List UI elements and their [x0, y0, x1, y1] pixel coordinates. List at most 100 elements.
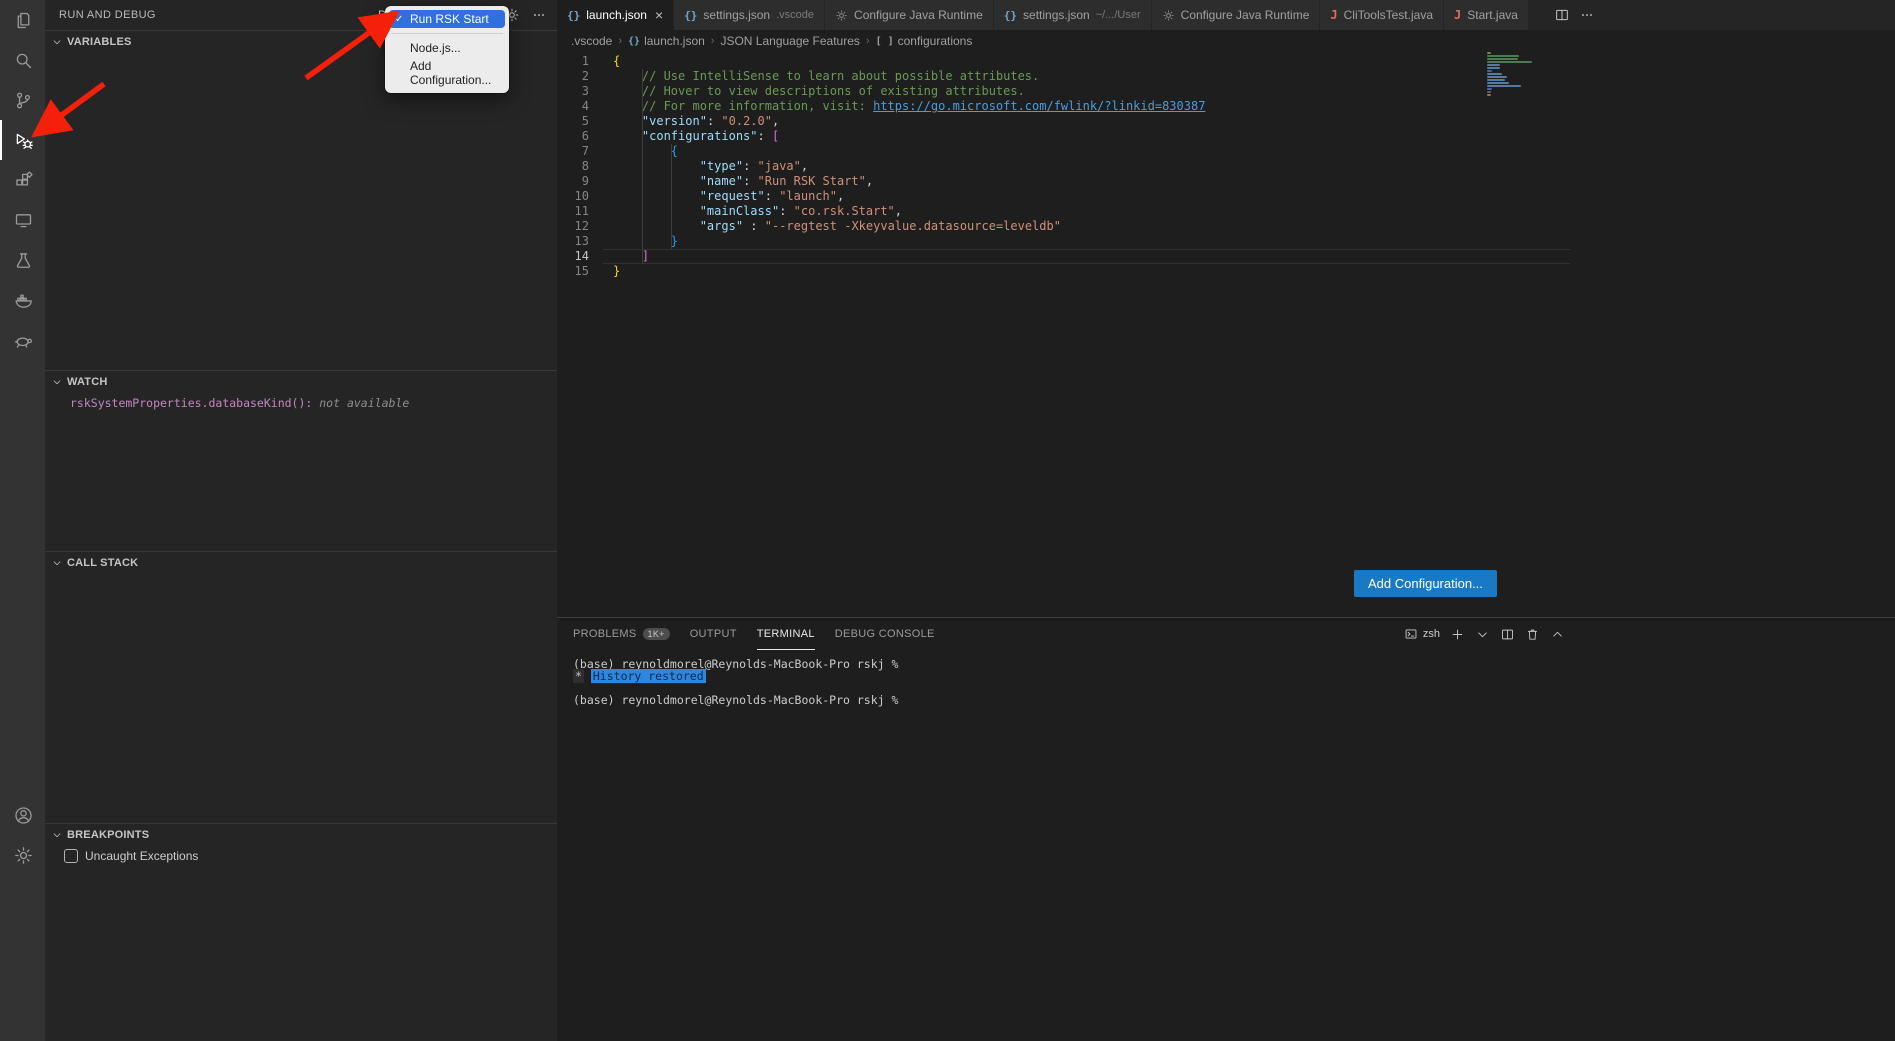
- code-line-9[interactable]: 9 "name": "Run RSK Start",: [557, 174, 1570, 189]
- new-terminal-icon[interactable]: [1450, 627, 1465, 642]
- terminal-profile-selector[interactable]: zsh: [1404, 627, 1440, 641]
- breadcrumb-item-vscode[interactable]: .vscode: [571, 34, 612, 48]
- activity-bar-top: [0, 0, 45, 360]
- panel-tab-terminal[interactable]: TERMINAL: [757, 618, 815, 650]
- breadcrumb-item-configurations[interactable]: [ ]configurations: [876, 34, 973, 48]
- tab-detail: .vscode: [776, 9, 814, 21]
- minimap-line: [1487, 94, 1491, 96]
- line-number: 2: [557, 69, 603, 84]
- line-number: 12: [557, 219, 603, 234]
- code-line-10[interactable]: 10 "request": "launch",: [557, 189, 1570, 204]
- breakpoint-rows: Uncaught Exceptions: [45, 846, 557, 863]
- close-tab-icon[interactable]: ×: [655, 8, 663, 22]
- menu-item-node-js[interactable]: Node.js...: [389, 39, 505, 57]
- line-number: 10: [557, 189, 603, 204]
- beaker-icon: [13, 250, 34, 271]
- code-editor[interactable]: 1{2 // Use IntelliSense to learn about p…: [557, 52, 1895, 617]
- watch-section-header[interactable]: WATCH: [45, 371, 557, 393]
- breakpoints-section-header[interactable]: BREAKPOINTS: [45, 824, 557, 846]
- call-stack-section-header[interactable]: CALL STACK: [45, 552, 557, 574]
- code-line-12[interactable]: 12 "args" : "--regtest -Xkeyvalue.dataso…: [557, 219, 1570, 234]
- editor-tab-configure-java-runtime[interactable]: Configure Java Runtime: [1152, 0, 1321, 30]
- terminal-profiles-chevron-icon[interactable]: [1475, 627, 1490, 642]
- editor-tab-launch-json[interactable]: {}launch.json×: [557, 0, 674, 30]
- code-line-8[interactable]: 8 "type": "java",: [557, 159, 1570, 174]
- panel-tab-label: DEBUG CONSOLE: [835, 628, 935, 640]
- code-line-1[interactable]: 1{: [557, 54, 1570, 69]
- indent-guide: [671, 144, 672, 249]
- panel-tab-label: PROBLEMS: [573, 628, 637, 640]
- code-line-15[interactable]: 15}: [557, 264, 1570, 279]
- chevron-down-icon: [51, 376, 63, 388]
- editor-tab-settings-json[interactable]: {}settings.json~/.../User: [994, 0, 1152, 30]
- more-actions-icon[interactable]: [531, 7, 547, 23]
- code-line-text: {: [603, 54, 1570, 69]
- activity-bar-item-source-control[interactable]: [0, 80, 45, 120]
- maximize-panel-icon[interactable]: [1550, 627, 1565, 642]
- code-line-6[interactable]: 6 "configurations": [: [557, 129, 1570, 144]
- activity-bar-item-tortoise[interactable]: [0, 320, 45, 360]
- line-number: 5: [557, 114, 603, 129]
- editor-tab-clitoolstest-java[interactable]: JCliToolsTest.java: [1320, 0, 1444, 30]
- code-line-13[interactable]: 13 }: [557, 234, 1570, 249]
- panel-tab-problems[interactable]: PROBLEMS1K+: [573, 618, 670, 650]
- menu-item-label: Node.js...: [410, 41, 461, 55]
- line-number: 6: [557, 129, 603, 144]
- split-terminal-icon[interactable]: [1500, 627, 1515, 642]
- breakpoints-section: BREAKPOINTS Uncaught Exceptions: [45, 823, 557, 1041]
- panel-tab-output[interactable]: OUTPUT: [690, 618, 737, 650]
- chevron-down-icon: [51, 829, 63, 841]
- account-icon: [13, 805, 34, 826]
- minimap-line: [1487, 73, 1502, 75]
- split-editor-icon[interactable]: [1554, 7, 1570, 23]
- kill-terminal-icon[interactable]: [1525, 627, 1540, 642]
- terminal-output[interactable]: (base) reynoldmorel@Reynolds-MacBook-Pro…: [557, 650, 1895, 707]
- tab-label: Configure Java Runtime: [854, 8, 983, 22]
- line-number: 14: [557, 249, 603, 264]
- panel-tab-debug-console[interactable]: DEBUG CONSOLE: [835, 618, 935, 650]
- code-line-5[interactable]: 5 "version": "0.2.0",: [557, 114, 1570, 129]
- docker-icon: [13, 290, 34, 311]
- activity-bar-item-run-and-debug[interactable]: [0, 120, 45, 160]
- line-number: 9: [557, 174, 603, 189]
- editor-more-actions-icon[interactable]: [1579, 7, 1595, 23]
- tab-label: Configure Java Runtime: [1181, 8, 1310, 22]
- breakpoint-checkbox[interactable]: [64, 849, 78, 863]
- editor-tab-configure-java-runtime[interactable]: Configure Java Runtime: [825, 0, 994, 30]
- source-control-icon: [13, 90, 34, 111]
- activity-bar-item-accounts[interactable]: [0, 795, 45, 835]
- activity-bar-item-settings[interactable]: [0, 835, 45, 875]
- activity-bar-item-testing[interactable]: [0, 240, 45, 280]
- code-line-3[interactable]: 3 // Hover to view descriptions of exist…: [557, 84, 1570, 99]
- code-line-7[interactable]: 7 {: [557, 144, 1570, 159]
- watch-expression-row[interactable]: rskSystemProperties.databaseKind(): not …: [45, 393, 557, 410]
- breadcrumb-item-launch-json[interactable]: {}launch.json: [628, 34, 705, 48]
- code-line-14[interactable]: 14 ]: [557, 249, 1570, 264]
- activity-bar-item-remote-explorer[interactable]: [0, 200, 45, 240]
- activity-bar-item-search[interactable]: [0, 40, 45, 80]
- code-line-text: "configurations": [: [603, 129, 1570, 144]
- activity-bar-item-extensions[interactable]: [0, 160, 45, 200]
- add-configuration-button[interactable]: Add Configuration...: [1354, 570, 1497, 597]
- code-line-4[interactable]: 4 // For more information, visit: https:…: [557, 99, 1570, 114]
- breakpoint-row[interactable]: Uncaught Exceptions: [45, 846, 557, 863]
- menu-item-run-rsk-start[interactable]: ✓Run RSK Start: [389, 10, 505, 28]
- code-line-text: "name": "Run RSK Start",: [603, 174, 1570, 189]
- menu-checkmark: ✓: [395, 14, 406, 25]
- menu-item-add-configuration[interactable]: Add Configuration...: [389, 57, 505, 89]
- minimap[interactable]: [1487, 52, 1549, 97]
- minimap-line: [1487, 67, 1500, 69]
- line-number: 1: [557, 54, 603, 69]
- minimap-line: [1487, 58, 1518, 60]
- code-line-2[interactable]: 2 // Use IntelliSense to learn about pos…: [557, 69, 1570, 84]
- line-number: 3: [557, 84, 603, 99]
- editor-tab-start-java[interactable]: JStart.java: [1444, 0, 1529, 30]
- breadcrumb-item-json-language-features[interactable]: JSON Language Features: [720, 34, 859, 48]
- activity-bar-item-docker[interactable]: [0, 280, 45, 320]
- line-number: 7: [557, 144, 603, 159]
- activity-bar-item-explorer[interactable]: [0, 0, 45, 40]
- line-number: 8: [557, 159, 603, 174]
- line-number: 11: [557, 204, 603, 219]
- editor-tab-settings-json[interactable]: {}settings.json.vscode: [674, 0, 825, 30]
- code-line-11[interactable]: 11 "mainClass": "co.rsk.Start",: [557, 204, 1570, 219]
